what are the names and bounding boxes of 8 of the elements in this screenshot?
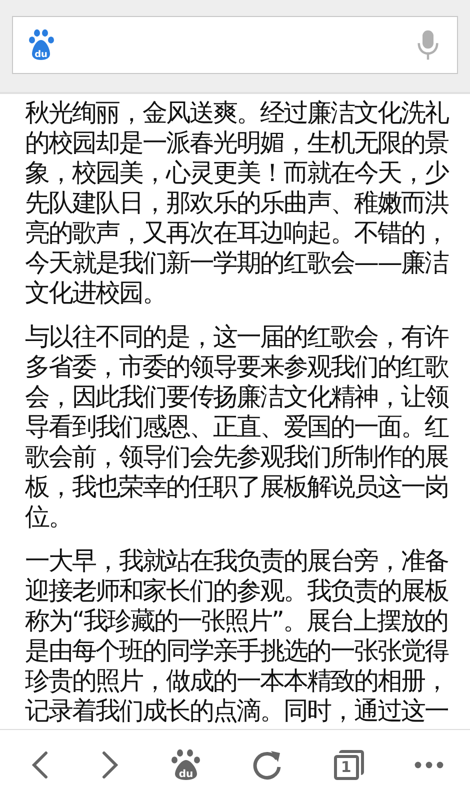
article-paragraph: 一大早，我就站在我负责的展台旁，准备迎接老师和家长们的参观。我负责的展板称为“我珍藏的一张照片”。展台上摆放的是由每个班的同学亲手挑选的一张张觉得珍贵的照片，做成的一本本精致的相册，记录着我们成长的点滴。同时，通过这一 <box>25 546 448 726</box>
forward-icon[interactable] <box>100 750 120 780</box>
article-paragraph: 与以往不同的是，这一届的红歌会，有许多省委，市委的领导要来参观我们的红歌会，因此我们要传扬廉洁文化精神，让领导看到我们感恩、正直、爱国的一面。红歌会前，领导们会先参观我们所制作的展板，我也荣幸的任职了展板解说员这一岗位。 <box>25 322 448 532</box>
more-icon[interactable] <box>414 761 444 769</box>
search-field[interactable]: du <box>12 16 458 74</box>
refresh-icon[interactable] <box>251 749 284 781</box>
back-icon[interactable] <box>30 750 50 780</box>
article-paragraph: 秋光绚丽，金风送爽。经过廉洁文化洗礼的校园却是一派春光明媚，生机无限的景象，校园美，心灵更美！而就在今天，少先队建队日，那欢乐的乐曲声、稚嫩而洪亮的歌声，又再次在耳边响起。不错的，今天就是我们新一学期的红歌会——廉洁文化进校园。 <box>25 98 448 308</box>
